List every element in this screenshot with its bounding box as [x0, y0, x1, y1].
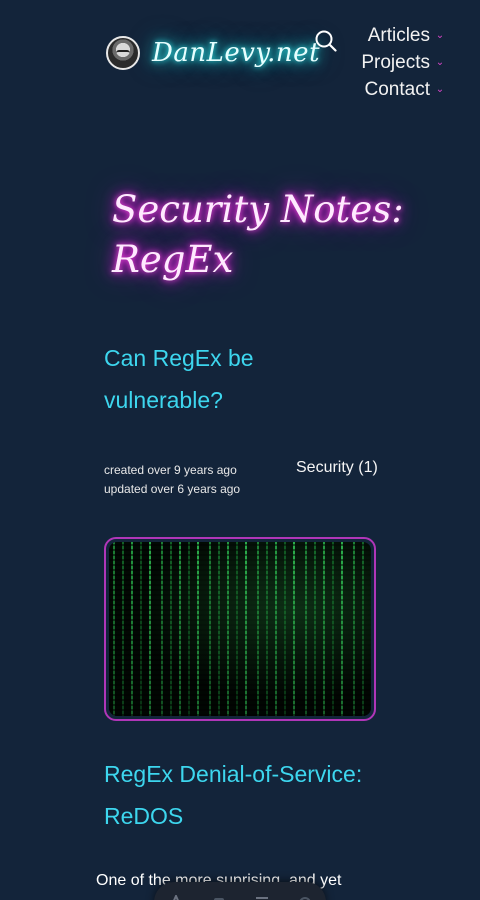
chevron-down-icon: ⌄	[435, 84, 445, 95]
nav-item-label: Projects	[361, 51, 430, 73]
matrix-code-image	[109, 542, 371, 716]
search-icon-svg	[315, 30, 337, 52]
search-icon[interactable]	[315, 30, 337, 52]
article-title-link[interactable]: RegEx Denial-of-Service: ReDOS	[104, 753, 364, 837]
site-brand[interactable]: DanLevy.net	[106, 36, 320, 70]
article-hero-image[interactable]	[104, 537, 376, 721]
floating-toolbar	[154, 882, 326, 900]
page-title: Security Notes: RegEx	[112, 188, 404, 281]
toolbar-icon-b[interactable]	[211, 890, 227, 900]
toolbar-icon-a[interactable]	[168, 890, 184, 900]
nav-item-label: Articles	[367, 24, 430, 46]
gear-icon[interactable]	[297, 890, 313, 900]
updated-date: updated over 6 years ago	[104, 482, 241, 496]
main-nav: Articles ⌄ Projects ⌄ Contact ⌄	[350, 22, 445, 103]
nav-item-articles[interactable]: Articles ⌄	[350, 22, 445, 49]
chevron-down-icon: ⌄	[435, 57, 445, 68]
article-meta: created over 9 years ago updated over 6 …	[104, 461, 240, 499]
nav-item-projects[interactable]: Projects ⌄	[350, 49, 445, 76]
created-date: created over 9 years ago	[104, 463, 237, 477]
chevron-down-icon: ⌄	[435, 30, 445, 41]
category-tag-link[interactable]: Security (1)	[296, 459, 378, 477]
article-title-link[interactable]: Can RegEx be vulnerable?	[104, 337, 304, 421]
site-name[interactable]: DanLevy.net	[152, 38, 320, 68]
page: DanLevy.net Articles ⌄ Projects ⌄ Contac…	[0, 0, 480, 900]
nav-item-contact[interactable]: Contact ⌄	[350, 76, 445, 103]
menu-icon[interactable]	[254, 890, 270, 900]
avatar[interactable]	[106, 36, 140, 70]
nav-item-label: Contact	[364, 78, 430, 100]
